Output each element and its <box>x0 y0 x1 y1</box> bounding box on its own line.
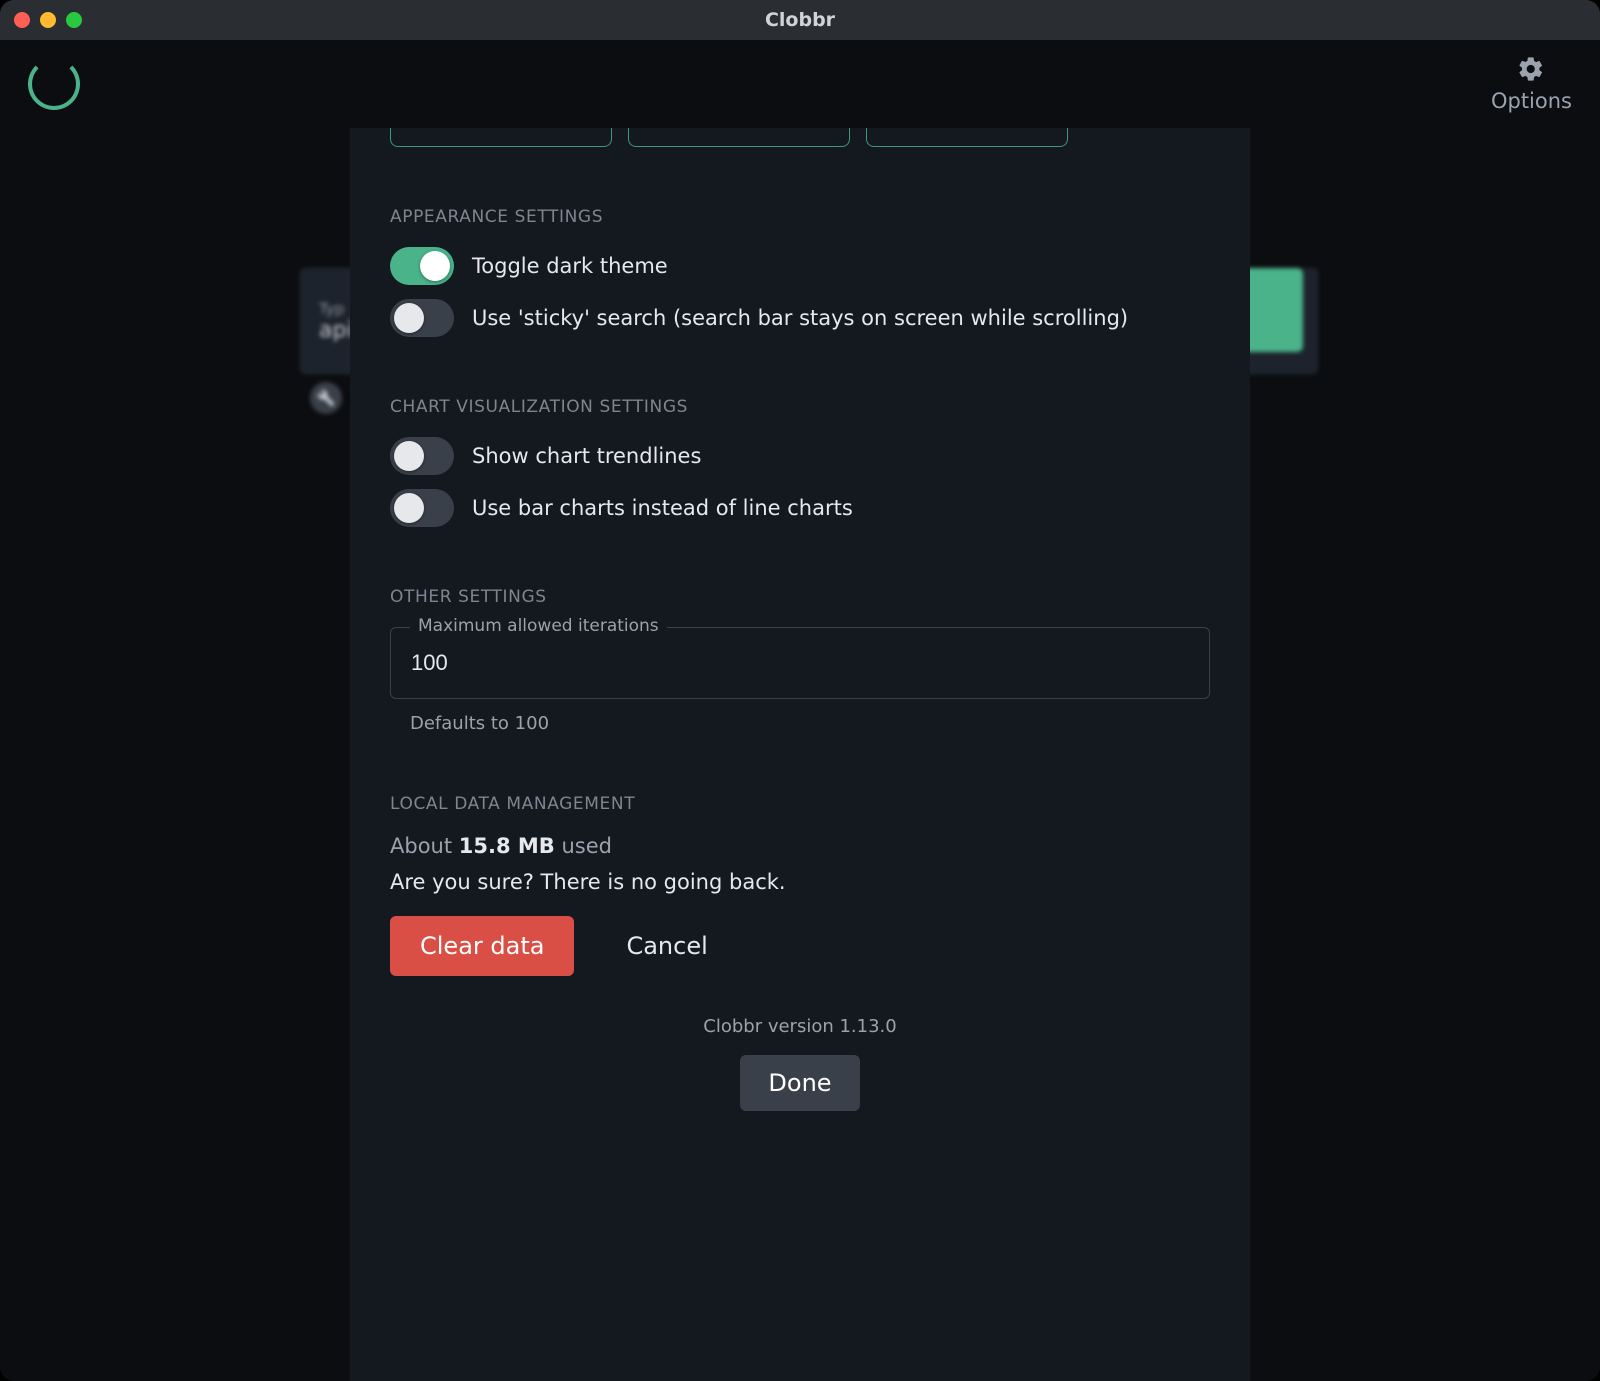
options-label: Options <box>1491 89 1572 113</box>
max-iterations-label: Maximum allowed iterations <box>410 616 667 636</box>
storage-amount: 15.8 MB <box>459 834 555 858</box>
modal-tab-outline[interactable] <box>628 128 850 147</box>
bar-charts-toggle[interactable] <box>390 489 454 527</box>
dark-theme-row: Toggle dark theme <box>390 247 1210 285</box>
storage-used-line: About 15.8 MB used <box>390 834 1210 858</box>
dark-theme-toggle[interactable] <box>390 247 454 285</box>
settings-modal: APPEARANCE SETTINGS Toggle dark theme Us… <box>350 128 1250 1381</box>
titlebar: Clobbr <box>0 0 1600 40</box>
app-body: Typ api APPEARANCE SETTINGS Toggle <box>0 128 1600 1381</box>
done-button[interactable]: Done <box>740 1055 859 1111</box>
bar-charts-label: Use bar charts instead of line charts <box>472 493 853 523</box>
app-header: Options <box>0 40 1600 128</box>
cancel-button[interactable]: Cancel <box>596 916 737 976</box>
max-iterations-input[interactable] <box>390 627 1210 699</box>
window-title: Clobbr <box>0 9 1600 31</box>
trendlines-toggle[interactable] <box>390 437 454 475</box>
sticky-search-toggle[interactable] <box>390 299 454 337</box>
gear-icon <box>1517 55 1545 83</box>
max-iterations-helper: Defaults to 100 <box>410 713 1210 734</box>
options-button[interactable]: Options <box>1491 55 1572 113</box>
version-text: Clobbr version 1.13.0 <box>390 1016 1210 1037</box>
settings-chip-blurred <box>310 382 342 414</box>
bar-charts-row: Use bar charts instead of line charts <box>390 489 1210 527</box>
max-iterations-field: Maximum allowed iterations <box>390 627 1210 699</box>
modal-top-tabs <box>390 128 1210 183</box>
other-heading: OTHER SETTINGS <box>390 587 1210 607</box>
local-data-heading: LOCAL DATA MANAGEMENT <box>390 794 1210 814</box>
modal-tab-outline[interactable] <box>390 128 612 147</box>
trendlines-row: Show chart trendlines <box>390 437 1210 475</box>
sticky-search-row: Use 'sticky' search (search bar stays on… <box>390 299 1210 337</box>
clear-data-button[interactable]: Clear data <box>390 916 574 976</box>
clear-confirm-text: Are you sure? There is no going back. <box>390 870 1210 894</box>
dark-theme-label: Toggle dark theme <box>472 251 668 281</box>
trendlines-label: Show chart trendlines <box>472 441 701 471</box>
app-logo-icon <box>28 58 80 110</box>
modal-scroll-area[interactable]: APPEARANCE SETTINGS Toggle dark theme Us… <box>350 128 1250 1381</box>
wrench-icon <box>317 389 335 407</box>
chart-heading: CHART VISUALIZATION SETTINGS <box>390 397 1210 417</box>
appearance-heading: APPEARANCE SETTINGS <box>390 207 1210 227</box>
sticky-search-label: Use 'sticky' search (search bar stays on… <box>472 303 1128 333</box>
app-window: Clobbr Options Typ api <box>0 0 1600 1381</box>
modal-tab-outline[interactable] <box>866 128 1068 147</box>
clear-data-actions: Clear data Cancel <box>390 916 1210 976</box>
